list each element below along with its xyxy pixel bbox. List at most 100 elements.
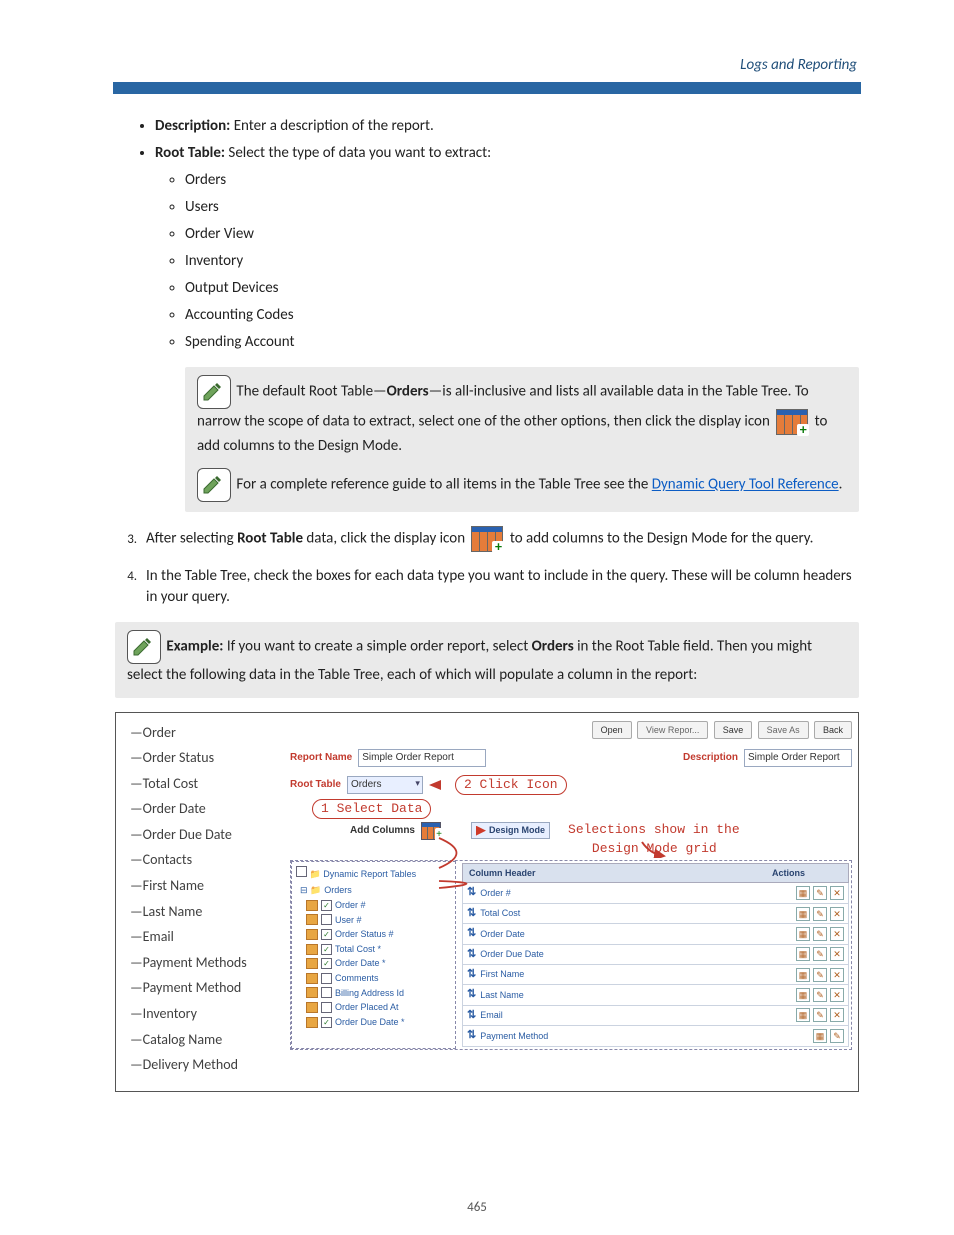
- action-icon[interactable]: ▦: [796, 907, 810, 921]
- tree-node-order-status[interactable]: ✓Order Status #: [306, 928, 451, 941]
- tree-node-order-due-date[interactable]: ✓Order Due Date *: [306, 1016, 451, 1029]
- add-columns-label: Add Columns: [350, 824, 415, 838]
- back-button[interactable]: Back: [814, 721, 852, 740]
- action-icon[interactable]: ▦: [813, 1029, 827, 1043]
- save-button[interactable]: Save: [714, 721, 753, 740]
- table-tree-pane: 📁 Dynamic Report Tables ⊟ 📁 Orders ✓Orde…: [291, 861, 456, 1049]
- step3-text-b: Root Table: [237, 530, 303, 548]
- open-button[interactable]: Open: [592, 721, 632, 740]
- root-option-orders: Orders: [185, 170, 859, 191]
- note-pencil-icon: [197, 468, 231, 502]
- tree-node-order-placed-at[interactable]: Order Placed At: [306, 1001, 451, 1014]
- action-icon[interactable]: ✎: [813, 968, 827, 982]
- action-icon[interactable]: ✕: [830, 907, 844, 921]
- tree-node-user-num[interactable]: User #: [306, 914, 451, 927]
- action-icon[interactable]: ✕: [830, 886, 844, 900]
- field-order-due-date: —Order Due Date: [130, 825, 276, 845]
- grid-row[interactable]: ⇅Order #▦✎✕: [462, 883, 849, 903]
- note-default-root-table: The default Root Table—Orders—is all-inc…: [185, 367, 859, 512]
- action-icon[interactable]: ✕: [830, 968, 844, 982]
- tree-node-billing-address[interactable]: Billing Address Id: [306, 987, 451, 1000]
- screenshot-toolbar: Open View Repor... Save Save As Back: [290, 721, 852, 740]
- root-option-users: Users: [185, 197, 859, 218]
- field-contacts: —Contacts: [130, 850, 276, 870]
- action-icon[interactable]: ✎: [813, 886, 827, 900]
- note1-text-bold: Orders: [387, 383, 429, 401]
- report-name-input[interactable]: Simple Order Report: [358, 749, 486, 767]
- example-text-b: Orders: [532, 638, 574, 656]
- action-icon[interactable]: ✕: [830, 927, 844, 941]
- root-table-options-list: Orders Users Order View Inventory Output…: [155, 170, 859, 353]
- action-icon[interactable]: ▦: [796, 947, 810, 961]
- drag-handle-icon[interactable]: ⇅: [467, 947, 476, 962]
- note2-text-post: .: [839, 476, 843, 494]
- grid-row[interactable]: ⇅First Name▦✎✕: [462, 965, 849, 985]
- step-4: In the Table Tree, check the boxes for e…: [140, 566, 859, 608]
- grid-row[interactable]: ⇅Order Due Date▦✎✕: [462, 945, 849, 965]
- action-icon[interactable]: ✕: [830, 1008, 844, 1022]
- drag-handle-icon[interactable]: ⇅: [467, 926, 476, 941]
- display-grid-icon: +: [471, 526, 503, 552]
- tree-node-orders[interactable]: ⊟ 📁 Orders: [300, 884, 451, 897]
- action-icon[interactable]: ✎: [813, 988, 827, 1002]
- action-icon[interactable]: ✎: [813, 907, 827, 921]
- action-icon[interactable]: ▦: [796, 1008, 810, 1022]
- grid-row[interactable]: ⇅Total Cost▦✎✕: [462, 904, 849, 924]
- design-area: 📁 Dynamic Report Tables ⊟ 📁 Orders ✓Orde…: [290, 860, 852, 1050]
- action-icon[interactable]: ✕: [830, 947, 844, 961]
- design-grid-pane: Column Header Actions ⇅Order #▦✎✕ ⇅Total…: [460, 861, 851, 1049]
- save-as-button[interactable]: Save As: [758, 721, 809, 740]
- action-icon[interactable]: ▦: [796, 968, 810, 982]
- action-icon[interactable]: ✎: [813, 927, 827, 941]
- callout-grid-line1: Selections show in the: [568, 821, 740, 839]
- field-delivery-method: —Delivery Method: [130, 1055, 276, 1075]
- drag-handle-icon[interactable]: ⇅: [467, 987, 476, 1002]
- drag-handle-icon[interactable]: ⇅: [467, 1008, 476, 1023]
- tree-node-total-cost[interactable]: ✓Total Cost *: [306, 943, 451, 956]
- step3-text-c: data, click the display icon: [303, 530, 468, 548]
- action-icon[interactable]: ▦: [796, 988, 810, 1002]
- root-table-dropdown[interactable]: Orders: [347, 776, 423, 794]
- action-icon[interactable]: ▦: [796, 886, 810, 900]
- play-icon: [476, 826, 486, 836]
- dynamic-query-reference-link[interactable]: Dynamic Query Tool Reference: [652, 476, 839, 494]
- drag-handle-icon[interactable]: ⇅: [467, 1028, 476, 1043]
- root-table-field-item: Root Table: Select the type of data you …: [155, 143, 859, 353]
- example-text-a: If you want to create a simple order rep…: [223, 638, 531, 656]
- tree-node-comments[interactable]: Comments: [306, 972, 451, 985]
- field-order: —Order: [130, 723, 276, 743]
- grid-header: Column Header Actions: [462, 863, 849, 884]
- drag-handle-icon[interactable]: ⇅: [467, 906, 476, 921]
- tree-node-order-num[interactable]: ✓Order #: [306, 899, 451, 912]
- field-order-status: —Order Status: [130, 748, 276, 768]
- screenshot-query-builder: —Order —Order Status —Total Cost —Order …: [115, 712, 859, 1092]
- note1-text-pre: The default Root Table—: [236, 383, 386, 401]
- drag-handle-icon[interactable]: ⇅: [467, 885, 476, 900]
- action-icon[interactable]: ✎: [830, 1029, 844, 1043]
- grid-row[interactable]: ⇅Payment Method▦✎: [462, 1026, 849, 1046]
- field-inventory: —Inventory: [130, 1004, 276, 1024]
- screenshot-app-panel: Open View Repor... Save Save As Back Rep…: [284, 713, 858, 1091]
- grid-row[interactable]: ⇅Last Name▦✎✕: [462, 985, 849, 1005]
- display-grid-icon: +: [776, 409, 808, 435]
- section-header: Logs and Reporting: [115, 55, 859, 76]
- step3-text-a: After selecting: [146, 530, 237, 548]
- action-icon[interactable]: ✕: [830, 988, 844, 1002]
- action-icon[interactable]: ✎: [813, 1008, 827, 1022]
- design-mode-chip[interactable]: Design Mode: [471, 822, 550, 839]
- description-label: Description: [683, 751, 738, 765]
- view-report-button[interactable]: View Repor...: [637, 721, 708, 740]
- page-number: 465: [0, 1199, 954, 1217]
- field-payment-method: —Payment Method: [130, 978, 276, 998]
- action-icon[interactable]: ▦: [796, 927, 810, 941]
- tree-title: 📁 Dynamic Report Tables: [296, 866, 451, 881]
- tree-node-order-date[interactable]: ✓Order Date *: [306, 957, 451, 970]
- example-label: Example:: [166, 638, 223, 656]
- grid-row[interactable]: ⇅Order Date▦✎✕: [462, 924, 849, 944]
- description-input[interactable]: Simple Order Report: [744, 749, 852, 767]
- grid-row[interactable]: ⇅Email▦✎✕: [462, 1006, 849, 1026]
- drag-handle-icon[interactable]: ⇅: [467, 967, 476, 982]
- add-columns-icon[interactable]: [421, 822, 441, 840]
- instruction-steps: After selecting Root Table data, click t…: [115, 526, 859, 608]
- action-icon[interactable]: ✎: [813, 947, 827, 961]
